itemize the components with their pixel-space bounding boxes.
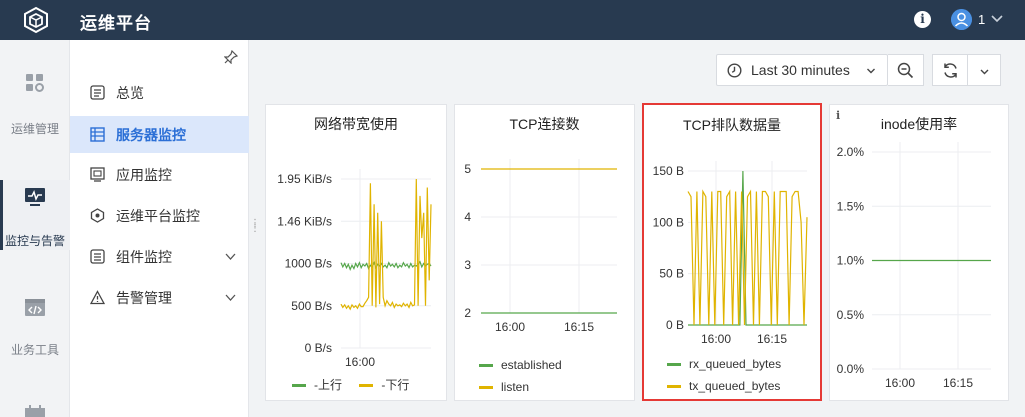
nav-item-app-monitoring[interactable]: 应用监控 [70, 156, 249, 193]
chart-legend: -上行 -下行 [292, 376, 409, 393]
top-bar: 运维平台 i 1 [0, 0, 1025, 40]
chevron-down-icon[interactable] [224, 291, 237, 304]
alert-triangle-icon [90, 290, 105, 305]
x-tick-label: 16:15 [564, 320, 594, 334]
panel-network-bandwidth[interactable]: 网络带宽使用 0 B/s 500 B/s 1000 B/s 1.46 KiB/s 1.9… [265, 104, 447, 401]
y-tick-label: 0.5% [837, 308, 865, 322]
chart-legend: rx_queued_bytes tx_queued_bytes [667, 353, 781, 397]
user-menu-chevron-icon[interactable] [990, 11, 1004, 25]
sidebar-resize-handle[interactable]: ⋮ ⋮ [250, 219, 260, 237]
sub-sidebar: 总览 服务器监控 应用监控 运维平台监控 组件监控 告警管理 [70, 40, 249, 417]
nav-item-component-monitoring[interactable]: 组件监控 [70, 238, 249, 275]
y-tick-label: 3 [464, 258, 471, 272]
y-tick-label: 1.46 KiB/s [277, 214, 332, 228]
nav-label: 告警管理 [116, 290, 172, 306]
rail-label: 业务工具 [10, 343, 59, 357]
y-tick-label: 150 B [653, 164, 684, 178]
time-range-label: Last 30 minutes [751, 62, 850, 78]
platform-icon [90, 208, 105, 223]
y-tick-label: 4 [464, 210, 471, 224]
y-tick-label: 500 B/s [291, 299, 332, 313]
legend-item-rx-queued[interactable]: rx_queued_bytes [667, 353, 781, 375]
nav-label: 服务器监控 [116, 127, 186, 143]
rail-label: 监控与告警 [4, 234, 65, 248]
overview-icon [90, 85, 105, 100]
component-icon [90, 249, 105, 264]
app-window-icon [90, 167, 105, 182]
x-tick-label: 16:00 [885, 376, 915, 390]
user-avatar-icon[interactable] [951, 9, 972, 30]
series-line-1 [340, 178, 432, 311]
nav-item-server-monitoring[interactable]: 服务器监控 [70, 116, 249, 153]
x-tick-label: 16:00 [495, 320, 525, 334]
chevron-down-icon[interactable] [224, 250, 237, 263]
y-tick-label: 1.95 KiB/s [277, 172, 332, 186]
legend-item-tx-queued[interactable]: tx_queued_bytes [667, 375, 781, 397]
legend-item-upstream[interactable]: -上行 [292, 378, 342, 392]
x-tick-label: 16:00 [701, 332, 731, 346]
rail-item-ops-management[interactable]: 运维管理 [0, 72, 70, 156]
y-tick-label: 2 [464, 306, 471, 320]
x-tick-label: 16:15 [943, 376, 973, 390]
module-rail: 运维管理 监控与告警 业务工具 [0, 40, 70, 417]
chevron-down-icon [867, 68, 875, 74]
rail-item-monitoring[interactable]: 监控与告警 [0, 180, 70, 250]
refresh-button[interactable] [932, 54, 968, 86]
panel-tcp-queued-bytes[interactable]: TCP排队数据量 0 B 50 B 100 B 150 B 16:00 16:15 rx_… [642, 103, 822, 401]
panel-inode-usage[interactable]: i inode使用率 0.0% 0.5% 1.0% 1.5% 2.0% 16:00 16:1… [829, 104, 1009, 401]
monitor-icon [25, 188, 45, 206]
panel-tcp-connections[interactable]: TCP连接数 2 3 4 5 16:00 16:15 established listen [454, 104, 635, 401]
y-tick-label: 50 B [659, 267, 684, 281]
legend-item-listen[interactable]: listen [479, 376, 562, 398]
nav-item-alert-management[interactable]: 告警管理 [70, 279, 249, 316]
legend-item-downstream[interactable]: -下行 [359, 378, 409, 392]
series-line-1 [687, 189, 808, 326]
nav-item-overview[interactable]: 总览 [70, 74, 249, 111]
app-title: 运维平台 [80, 14, 152, 33]
nav-label: 运维平台监控 [116, 208, 200, 224]
chevron-down-icon [980, 69, 989, 75]
y-tick-label: 1.5% [837, 199, 865, 213]
nav-label: 应用监控 [116, 167, 172, 183]
refresh-interval-dropdown[interactable] [967, 54, 1001, 86]
inode-chart: 0.0% 0.5% 1.0% 1.5% 2.0% 16:00 16:15 [837, 142, 991, 390]
nav-label: 组件监控 [116, 249, 172, 265]
y-tick-label: 1000 B/s [285, 257, 332, 271]
logo-cube-icon[interactable] [22, 6, 50, 34]
pin-icon[interactable] [224, 50, 238, 64]
chart-legend: established listen [479, 354, 562, 398]
y-tick-label: 100 B [653, 215, 684, 229]
clock-icon [727, 63, 742, 78]
y-tick-label: 1.0% [837, 254, 865, 268]
y-tick-label: 5 [464, 162, 471, 176]
nav-item-platform-monitoring[interactable]: 运维平台监控 [70, 197, 249, 234]
server-list-icon [90, 127, 105, 142]
dashboard-grid-icon [26, 74, 44, 92]
refresh-icon [944, 63, 957, 78]
zoom-out-button[interactable] [888, 54, 924, 86]
bandwidth-chart: 0 B/s 500 B/s 1000 B/s 1.46 KiB/s 1.95 KiB/s… [277, 169, 432, 369]
user-count[interactable]: 1 [978, 12, 985, 27]
rail-label: 运维管理 [10, 122, 59, 136]
calendar-icon[interactable] [24, 405, 46, 417]
time-range-picker[interactable]: Last 30 minutes [716, 54, 888, 86]
x-tick-label: 16:15 [757, 332, 787, 346]
y-tick-label: 0.0% [837, 362, 865, 376]
y-tick-label: 0 B/s [305, 341, 332, 355]
x-tick-label: 16:00 [345, 355, 375, 369]
y-tick-label: 0 B [666, 318, 684, 332]
rail-item-business-tools[interactable]: 业务工具 [0, 297, 70, 381]
info-icon[interactable]: i [914, 11, 931, 28]
legend-item-established[interactable]: established [479, 354, 562, 376]
y-tick-label: 2.0% [837, 145, 865, 159]
zoom-out-icon [897, 62, 914, 79]
nav-label: 总览 [116, 85, 144, 101]
code-window-icon [25, 299, 45, 316]
